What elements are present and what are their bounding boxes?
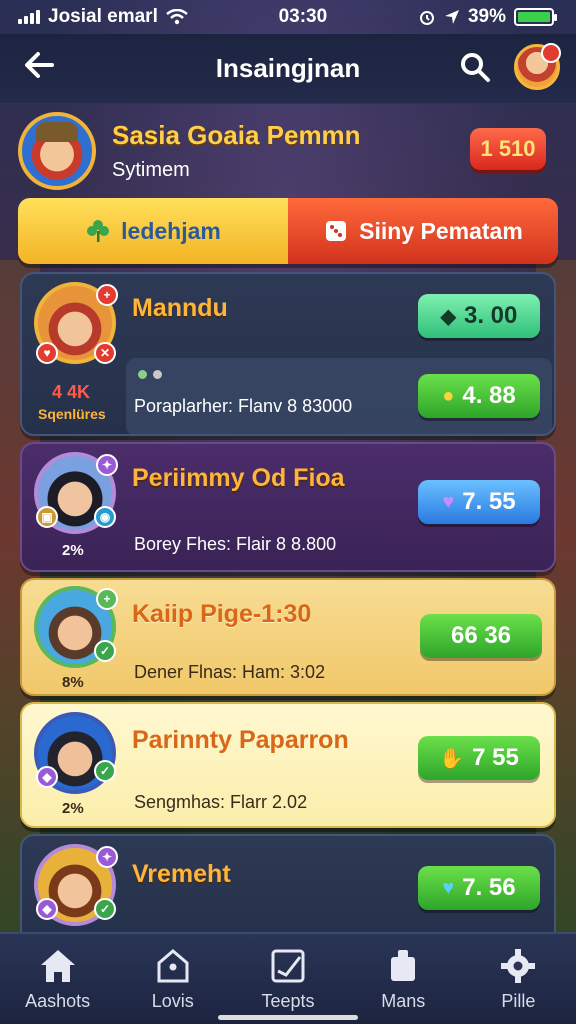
cross-badge-icon: ✕ — [94, 342, 116, 364]
player-avatar: ✦ ◆ ✓ — [34, 844, 118, 926]
check-badge-icon: ✓ — [94, 898, 116, 920]
check-badge-icon: ✓ — [94, 640, 116, 662]
score-value: 7 55 — [472, 744, 519, 771]
bottom-nav: Aashots Lovis Teepts Mans Pille — [0, 922, 576, 1024]
score-button-primary[interactable]: ♥ 7. 56 — [418, 866, 540, 910]
player-name: Kaiip Pige-1:30 — [132, 600, 312, 628]
clover-icon — [87, 220, 110, 242]
app-header: Insaingjnan — [0, 34, 576, 104]
player-rank: 8% — [62, 674, 84, 691]
player-card[interactable]: + ✓ 8% Kaiip Pige-1:30 Dener Flnas: Ham:… — [20, 578, 556, 696]
search-icon — [461, 53, 490, 82]
score-button-primary[interactable]: ✋ 7 55 — [418, 736, 540, 780]
star-badge-icon: ✦ — [96, 454, 118, 476]
player-stats: Poraplarher: Flanv 8 83000 — [134, 396, 353, 416]
nav-label: Mans — [381, 990, 426, 1011]
player-stats: Dener Flnas: Ham: 3:02 — [134, 662, 326, 682]
player-card[interactable]: ◆ ✓ 2% Parinnty Paparron Sengmhas: Flarr… — [20, 702, 556, 828]
plus-badge-icon: + — [96, 588, 118, 610]
nav-item-teepts[interactable]: Teepts — [230, 922, 345, 1024]
player-name: Parinnty Paparron — [132, 726, 349, 754]
tab-label: ledehjam — [121, 217, 221, 244]
nav-item-lovis[interactable]: Lovis — [115, 934, 230, 1024]
player-name: Vremeht — [132, 860, 231, 888]
battery-percent: 39% — [467, 6, 506, 27]
bag-icon — [391, 949, 416, 981]
player-card[interactable]: + ♥ ✕ 4 4K Sqenlüres Manndu Poraplarher:… — [20, 272, 556, 436]
coins-icon: ● — [442, 384, 455, 407]
arrow-left-icon — [25, 52, 54, 78]
nav-label: Teepts — [261, 990, 315, 1011]
home-icon — [40, 949, 75, 982]
plus-badge-icon: + — [96, 284, 118, 306]
location-icon — [444, 10, 459, 24]
status-dots — [138, 370, 162, 379]
gem-badge-icon: ◆ — [36, 766, 58, 788]
score-button-secondary[interactable]: ● 4. 88 — [418, 374, 540, 418]
chest-badge-icon: ▣ — [36, 506, 58, 528]
nav-item-pille[interactable]: Pille — [461, 934, 576, 1024]
score-button-primary[interactable]: 66 36 — [420, 614, 542, 658]
star-badge-icon: ✦ — [96, 846, 118, 868]
hand-icon: ✋ — [439, 747, 465, 770]
dice-icon — [326, 221, 347, 241]
player-name: Manndu — [132, 294, 228, 322]
back-button[interactable] — [18, 48, 60, 90]
tournament-banner: Sasia Goaia Pemmn Sytimem 1 510 — [18, 108, 558, 194]
heart-icon: ♥ — [442, 490, 455, 513]
player-avatar: ✦ ▣ ◉ — [34, 452, 118, 534]
carrier-name: Josial emarl — [48, 6, 158, 27]
player-name: Periimmy Od Fioa — [132, 464, 345, 492]
gear-icon — [501, 948, 536, 983]
wifi-icon — [166, 9, 188, 25]
player-stats: Borey Fhes: Flair 8 8.800 — [134, 534, 337, 554]
search-button[interactable] — [458, 50, 494, 86]
profile-avatar[interactable] — [514, 43, 561, 90]
battery-icon — [513, 8, 557, 26]
score-button-primary[interactable]: ♥ 7. 55 — [418, 480, 540, 524]
score-value: 7. 56 — [462, 874, 516, 901]
page-title: Insaingjnan — [215, 53, 361, 83]
host-avatar — [18, 112, 96, 190]
home-indicator — [218, 1015, 358, 1020]
player-avatar: ◆ ✓ — [34, 712, 116, 794]
player-card[interactable]: ✦ ◆ ✓ Vremeht ♥ 7. 56 — [20, 834, 556, 944]
house-outline-icon — [157, 948, 189, 982]
nav-item-mans[interactable]: Mans — [346, 934, 461, 1024]
status-bar: Josial emarl 03:30 39% — [0, 0, 576, 34]
nav-label: Aashots — [25, 990, 91, 1011]
nav-label: Lovis — [151, 990, 194, 1011]
gem-icon: ◆ — [440, 305, 456, 328]
score-button-primary[interactable]: ◆ 3. 00 — [418, 294, 540, 338]
shield-badge-icon: ◉ — [94, 506, 116, 528]
tab-ledehjam[interactable]: ledehjam — [18, 198, 288, 264]
heart-badge-icon: ♥ — [36, 342, 58, 364]
player-rank: 2% — [62, 542, 84, 559]
player-rank-label: Sqenlüres — [38, 406, 106, 422]
player-avatar: + ✓ — [34, 586, 118, 668]
score-value: 7. 55 — [462, 488, 516, 515]
player-stats: Sengmhas: Flarr 2.02 — [134, 792, 308, 812]
check-badge-icon: ✓ — [94, 760, 116, 782]
nav-item-aashots[interactable]: Aashots — [0, 934, 115, 1024]
player-rank: 2% — [62, 800, 84, 817]
gem-badge-icon: ◆ — [36, 898, 58, 920]
signal-icon — [18, 10, 40, 24]
status-time: 03:30 — [278, 6, 328, 27]
player-card[interactable]: ✦ ▣ ◉ 2% Periimmy Od Fioa Borey Fhes: Fl… — [20, 442, 556, 572]
player-rank: 4 4K — [52, 382, 91, 402]
tab-siiny-pematam[interactable]: Siiny Pematam — [288, 198, 558, 264]
player-avatar: + ♥ ✕ — [34, 282, 118, 364]
heart-icon: ♥ — [442, 876, 455, 899]
alarm-icon — [419, 11, 434, 25]
nav-label: Pille — [501, 990, 536, 1011]
ticket-icon — [271, 949, 305, 982]
tab-label: Siiny Pematam — [359, 217, 523, 244]
score-value: 3. 00 — [464, 302, 518, 329]
points-badge[interactable]: 1 510 — [470, 128, 546, 170]
score-value: 4. 88 — [462, 382, 516, 409]
score-value: 66 36 — [450, 622, 512, 649]
tab-bar: ledehjam Siiny Pematam — [18, 198, 558, 264]
